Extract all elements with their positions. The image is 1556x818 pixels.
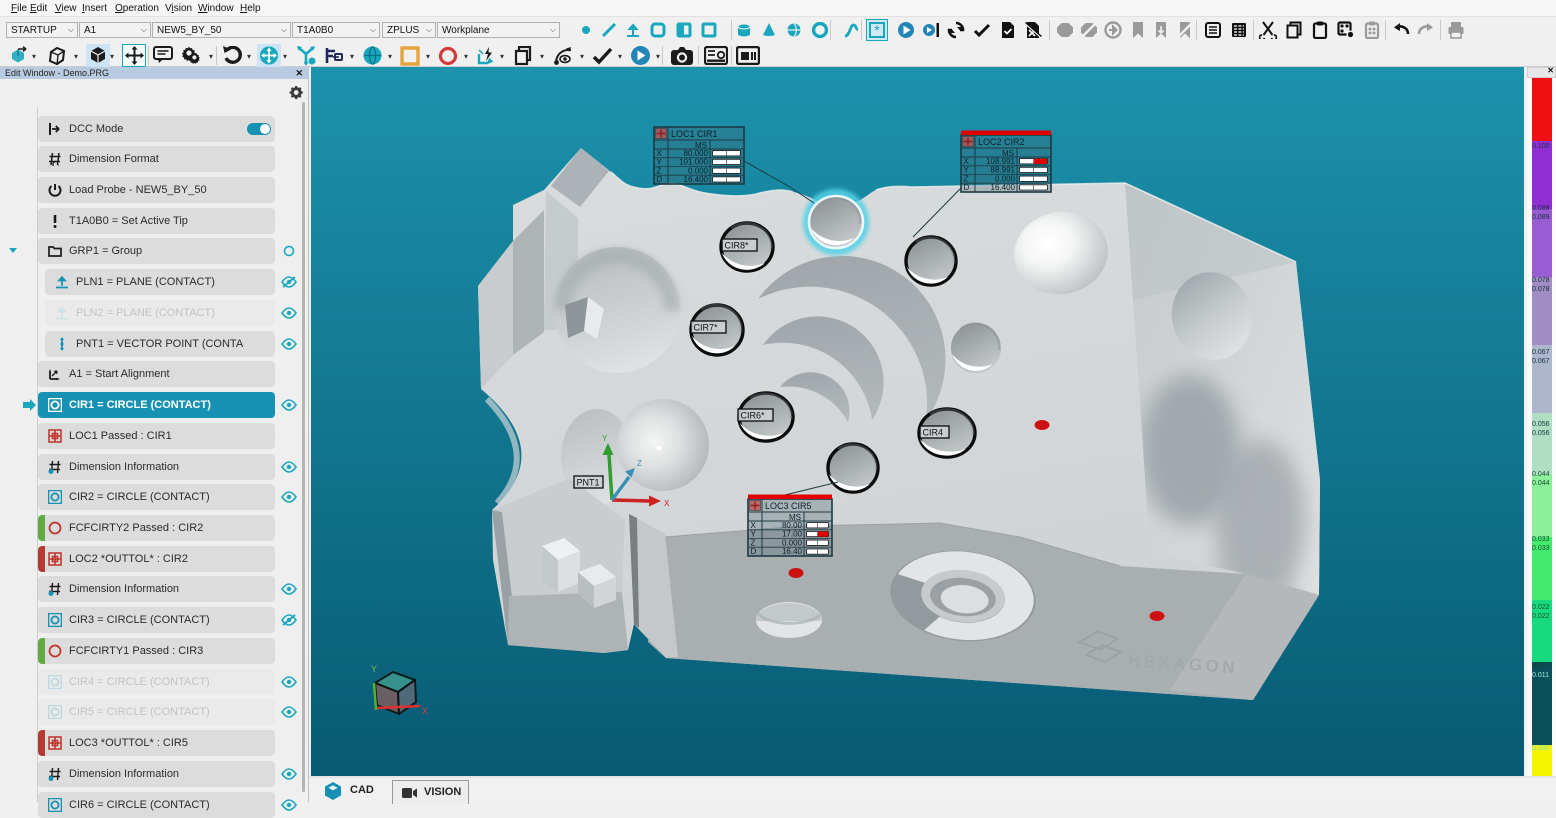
svg-text:CIR6*: CIR6* (741, 411, 766, 421)
svg-text:Z: Z (637, 459, 642, 468)
svg-text:X: X (657, 149, 663, 158)
svg-text:Y: Y (371, 664, 377, 674)
svg-text:CIR4: CIR4 (923, 428, 944, 438)
svg-text:LOC2 CIR2: LOC2 CIR2 (978, 137, 1025, 147)
svg-text:16.400: 16.400 (684, 175, 709, 184)
svg-text:0.000: 0.000 (688, 166, 709, 175)
svg-text:LOC1 CIR1: LOC1 CIR1 (671, 129, 718, 139)
svg-text:101.000: 101.000 (679, 158, 708, 167)
svg-text:D: D (964, 183, 970, 192)
svg-text:CIR8*: CIR8* (725, 241, 750, 251)
svg-text:108.991: 108.991 (986, 157, 1015, 166)
svg-text:Z: Z (657, 166, 662, 175)
svg-text:0.000: 0.000 (995, 174, 1016, 183)
svg-text:D: D (751, 547, 757, 556)
svg-text:X: X (422, 706, 428, 716)
svg-text:80.00: 80.00 (782, 521, 803, 530)
svg-text:CIR7*: CIR7* (694, 323, 719, 333)
svg-text:80.000: 80.000 (684, 149, 709, 158)
svg-text:Z: Z (751, 539, 756, 548)
svg-text:16.400: 16.400 (991, 183, 1016, 192)
svg-text:88.991: 88.991 (991, 166, 1016, 175)
svg-text:Y: Y (602, 434, 608, 443)
svg-text:Y: Y (657, 158, 663, 167)
svg-text:X: X (751, 521, 757, 530)
svg-text:LOC3 CIR5: LOC3 CIR5 (765, 501, 812, 511)
svg-text:PNT1: PNT1 (577, 478, 600, 488)
svg-text:0.000: 0.000 (782, 539, 803, 548)
svg-text:Z: Z (964, 174, 969, 183)
svg-text:X: X (664, 499, 670, 508)
svg-text:16.40: 16.40 (782, 547, 803, 556)
svg-text:D: D (657, 175, 663, 184)
svg-text:17.00: 17.00 (782, 530, 803, 539)
svg-text:Y: Y (964, 166, 970, 175)
svg-text:X: X (964, 157, 970, 166)
svg-text:*: * (874, 22, 880, 38)
svg-text:Y: Y (751, 530, 757, 539)
